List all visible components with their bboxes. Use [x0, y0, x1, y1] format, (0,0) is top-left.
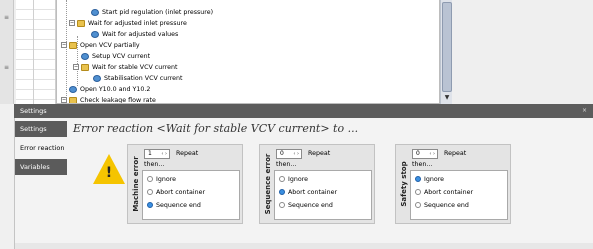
- gear-icon: [93, 74, 101, 82]
- nav-item-error-reaction[interactable]: Error reaction: [15, 140, 67, 156]
- radio-icon[interactable]: [279, 202, 285, 208]
- repeat-label: Repeat: [176, 150, 199, 157]
- panel-footer: [15, 243, 593, 249]
- sequence-tree-area: ≡ ≡ Start pid regulation (inlet pressure…: [0, 0, 593, 104]
- collapse-icon[interactable]: −: [61, 97, 67, 103]
- repeat-stepper[interactable]: 0 ‹ ›: [412, 149, 438, 159]
- repeat-label: Repeat: [444, 150, 467, 157]
- option-sequence-end[interactable]: Sequence end: [279, 201, 333, 211]
- folder-icon: [69, 41, 77, 49]
- radio-icon[interactable]: [147, 176, 153, 182]
- radio-icon[interactable]: [279, 176, 285, 182]
- folder-icon: [69, 96, 77, 103]
- group-safety-stop: Safety stop 0 ‹ › Repeat then... Ignore …: [395, 144, 511, 224]
- tree-item[interactable]: Wait for adjusted values: [91, 30, 178, 40]
- gear-icon: [69, 85, 77, 93]
- folder-icon: [77, 19, 85, 27]
- repeat-stepper[interactable]: 0 ‹ ›: [276, 149, 302, 159]
- tree-item[interactable]: − Open VCV partially: [61, 41, 140, 51]
- reaction-options: Ignore Abort container Sequence end: [410, 170, 508, 220]
- row-column-2: [34, 0, 56, 104]
- stepper-arrows-icon[interactable]: ‹ ›: [293, 150, 299, 158]
- tree-item[interactable]: − Wait for adjusted inlet pressure: [69, 19, 187, 29]
- close-icon[interactable]: ×: [582, 104, 587, 118]
- gear-icon: [91, 8, 99, 16]
- group-label: Machine error: [132, 156, 140, 212]
- stepper-arrows-icon[interactable]: ‹ ›: [429, 150, 435, 158]
- gear-icon: [91, 30, 99, 38]
- tree-item[interactable]: − Check leakage flow rate: [61, 96, 156, 103]
- tree-item[interactable]: Setup VCV current: [81, 52, 150, 62]
- stepper-arrows-icon[interactable]: ‹ ›: [161, 150, 167, 158]
- radio-selected-icon[interactable]: [279, 189, 285, 195]
- folder-icon: [81, 63, 89, 71]
- settings-panel: Settings Error reaction Variables Error …: [14, 118, 593, 249]
- radio-selected-icon[interactable]: [147, 202, 153, 208]
- group-sequence-error: Sequence error 0 ‹ › Repeat then... Igno…: [259, 144, 375, 224]
- warning-glyph: !: [105, 165, 113, 181]
- radio-icon[interactable]: [415, 202, 421, 208]
- tree-item[interactable]: Open Y10.0 and Y10.2: [69, 85, 150, 95]
- tree-scrollbar[interactable]: ▼: [440, 0, 452, 104]
- tree-item[interactable]: − Wait for stable VCV current: [73, 63, 178, 73]
- tree-item[interactable]: Start pid regulation (inlet pressure): [91, 8, 213, 18]
- left-strip: ≡ ≡: [0, 0, 14, 104]
- option-ignore[interactable]: Ignore: [147, 175, 176, 185]
- gear-icon: [81, 52, 89, 60]
- reaction-options: Ignore Abort container Sequence end: [274, 170, 372, 220]
- option-abort-container[interactable]: Abort container: [415, 188, 473, 198]
- repeat-label: Repeat: [308, 150, 331, 157]
- then-label: then...: [276, 161, 297, 168]
- group-label: Safety stop: [400, 161, 408, 207]
- strip-marker: ≡: [4, 64, 10, 71]
- settings-title-bar: Settings ×: [14, 104, 593, 118]
- nav-item-settings[interactable]: Settings: [15, 121, 67, 137]
- radio-selected-icon[interactable]: [415, 176, 421, 182]
- collapse-icon[interactable]: −: [69, 20, 75, 26]
- nav-item-variables[interactable]: Variables: [15, 159, 67, 175]
- settings-nav: Settings Error reaction Variables: [15, 121, 67, 178]
- sequence-tree[interactable]: Start pid regulation (inlet pressure) − W…: [56, 0, 440, 104]
- group-label: Sequence error: [264, 153, 272, 215]
- repeat-stepper[interactable]: 1 ‹ ›: [144, 149, 170, 159]
- then-label: then...: [412, 161, 433, 168]
- tree-item[interactable]: Stabilisation VCV current: [93, 74, 183, 84]
- strip-marker: ≡: [4, 14, 10, 21]
- settings-title: Settings: [20, 107, 47, 115]
- option-ignore[interactable]: Ignore: [415, 175, 444, 185]
- option-abort-container[interactable]: Abort container: [279, 188, 337, 198]
- then-label: then...: [144, 161, 165, 168]
- scroll-down-icon[interactable]: ▼: [442, 94, 452, 102]
- option-sequence-end[interactable]: Sequence end: [415, 201, 469, 211]
- group-machine-error: Machine error 1 ‹ › Repeat then... Ignor…: [127, 144, 243, 224]
- option-abort-container[interactable]: Abort container: [147, 188, 205, 198]
- collapse-icon[interactable]: −: [73, 64, 79, 70]
- radio-icon[interactable]: [147, 189, 153, 195]
- option-sequence-end[interactable]: Sequence end: [147, 201, 201, 211]
- row-column-1: [16, 0, 34, 104]
- scroll-thumb[interactable]: [442, 2, 452, 92]
- collapse-icon[interactable]: −: [61, 42, 67, 48]
- reaction-options: Ignore Abort container Sequence end: [142, 170, 240, 220]
- option-ignore[interactable]: Ignore: [279, 175, 308, 185]
- page-title: Error reaction <Wait for stable VCV curr…: [73, 122, 359, 135]
- radio-icon[interactable]: [415, 189, 421, 195]
